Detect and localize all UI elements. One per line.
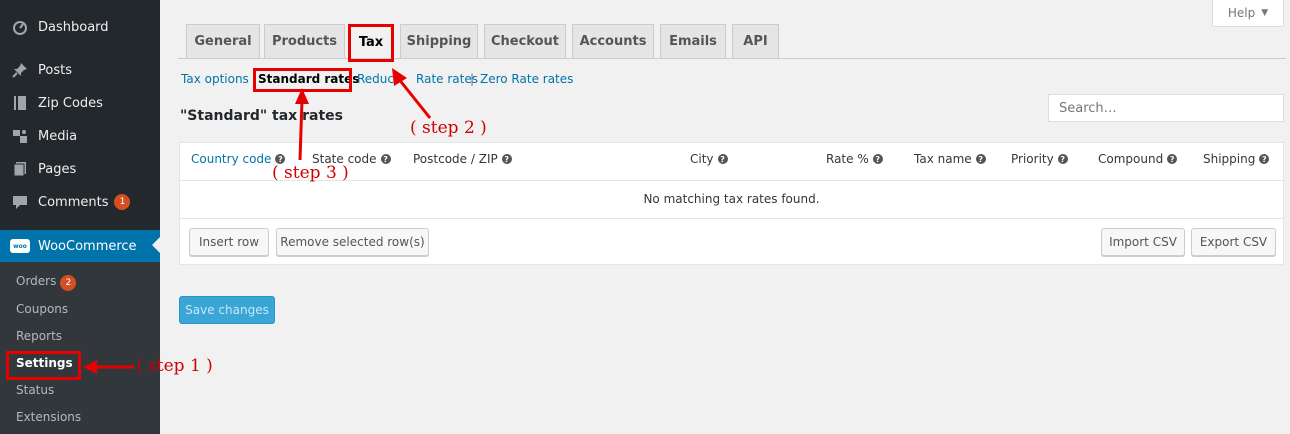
step-1-label: ( step 1 ): [136, 356, 213, 376]
export-csv-button[interactable]: Export CSV: [1191, 228, 1276, 256]
tab-emails[interactable]: Emails: [660, 24, 726, 58]
column-header-city: City?: [690, 152, 728, 166]
tab-products[interactable]: Products: [264, 24, 345, 58]
highlight-tax-tab: [348, 24, 394, 62]
menu-label: Posts: [38, 62, 72, 78]
tabs-divider: [178, 58, 1286, 59]
menu-label: Media: [38, 128, 78, 144]
column-label: Country code: [191, 152, 272, 166]
help-icon[interactable]: ?: [501, 154, 512, 164]
menu-label: WooCommerce: [38, 238, 137, 254]
woocommerce-submenu: Orders 2 Coupons Reports Settings Status …: [0, 262, 160, 434]
column-header-priority: Priority?: [1011, 152, 1068, 166]
subnav-tax-options[interactable]: Tax options: [181, 72, 249, 86]
submenu-item-extensions[interactable]: Extensions: [16, 410, 81, 424]
help-icon[interactable]: ?: [717, 154, 728, 164]
column-header-postcode: Postcode / ZIP?: [413, 152, 512, 166]
column-header-compound: Compound?: [1098, 152, 1178, 166]
comment-count-badge: 1: [114, 194, 131, 210]
menu-item-woocommerce[interactable]: woo WooCommerce: [0, 230, 160, 262]
menu-label: Comments: [38, 194, 109, 210]
menu-item-pages[interactable]: Pages: [0, 154, 160, 184]
tab-checkout[interactable]: Checkout: [484, 24, 566, 58]
menu-item-media[interactable]: Media: [0, 121, 160, 151]
submenu-item-reports[interactable]: Reports: [16, 329, 62, 343]
tab-api[interactable]: API: [732, 24, 779, 58]
woo-icon: woo: [10, 236, 30, 256]
table-divider: [180, 218, 1283, 219]
remove-selected-rows-button[interactable]: Remove selected row(s): [276, 228, 429, 256]
column-header-shipping: Shipping?: [1203, 152, 1270, 166]
highlight-settings: [6, 351, 81, 380]
menu-label: Pages: [38, 161, 77, 177]
subnav-reduced-rate-rates[interactable]: Reduc Rate rates: [357, 72, 478, 86]
woo-logo-text: woo: [10, 239, 30, 253]
help-button[interactable]: Help ▼: [1212, 0, 1284, 27]
column-label: City: [690, 152, 714, 166]
column-header-tax-name: Tax name?: [914, 152, 986, 166]
column-label: Shipping: [1203, 152, 1256, 166]
help-icon[interactable]: ?: [975, 154, 986, 164]
tab-accounts[interactable]: Accounts: [572, 24, 654, 58]
caret-down-icon: ▼: [1261, 8, 1269, 18]
orders-count-badge: 2: [60, 275, 77, 291]
help-icon[interactable]: ?: [1167, 154, 1178, 164]
subnav-reduced-text: Reduc: [357, 72, 395, 86]
step-3-label: ( step 3 ): [272, 163, 349, 183]
page-title: "Standard" tax rates: [180, 108, 343, 124]
subnav-rate-rates-text: Rate rates: [416, 72, 478, 86]
comment-icon: [10, 192, 30, 212]
subnav-zero-rate-rates[interactable]: Zero Rate rates: [480, 72, 573, 86]
insert-row-button[interactable]: Insert row: [189, 228, 269, 256]
tab-general[interactable]: General: [186, 24, 260, 58]
column-label: Tax name: [914, 152, 972, 166]
step-2-label: ( step 2 ): [410, 118, 487, 138]
pin-icon: [10, 60, 30, 80]
column-label: Postcode / ZIP: [413, 152, 498, 166]
subnav-separator: |: [470, 72, 475, 86]
help-label: Help: [1227, 6, 1256, 20]
import-csv-button[interactable]: Import CSV: [1101, 228, 1185, 256]
column-label: Compound: [1098, 152, 1164, 166]
pages-icon: [10, 159, 30, 179]
menu-item-dashboard[interactable]: Dashboard: [0, 12, 160, 42]
empty-table-message: No matching tax rates found.: [643, 192, 820, 206]
tab-shipping[interactable]: Shipping: [400, 24, 478, 58]
menu-item-comments[interactable]: Comments 1: [0, 187, 160, 217]
book-icon: [10, 93, 30, 113]
media-icon: [10, 126, 30, 146]
search-input[interactable]: [1048, 94, 1284, 122]
help-icon[interactable]: ?: [380, 154, 391, 164]
submenu-item-status[interactable]: Status: [16, 383, 54, 397]
submenu-item-coupons[interactable]: Coupons: [16, 302, 68, 316]
highlight-standard-rates: [253, 68, 352, 92]
save-changes-button[interactable]: Save changes: [179, 296, 275, 324]
help-icon[interactable]: ?: [872, 154, 883, 164]
column-label: Rate %: [826, 152, 869, 166]
submenu-item-orders[interactable]: Orders 2: [16, 274, 77, 291]
dashboard-icon: [10, 17, 30, 37]
help-icon[interactable]: ?: [1057, 154, 1068, 164]
menu-label: Dashboard: [38, 19, 109, 35]
menu-item-zip-codes[interactable]: Zip Codes: [0, 88, 160, 118]
menu-item-posts[interactable]: Posts: [0, 55, 160, 85]
submenu-label: Orders: [16, 274, 57, 288]
help-icon[interactable]: ?: [1259, 154, 1270, 164]
column-label: Priority: [1011, 152, 1054, 166]
column-header-rate: Rate %?: [826, 152, 883, 166]
menu-label: Zip Codes: [38, 95, 103, 111]
